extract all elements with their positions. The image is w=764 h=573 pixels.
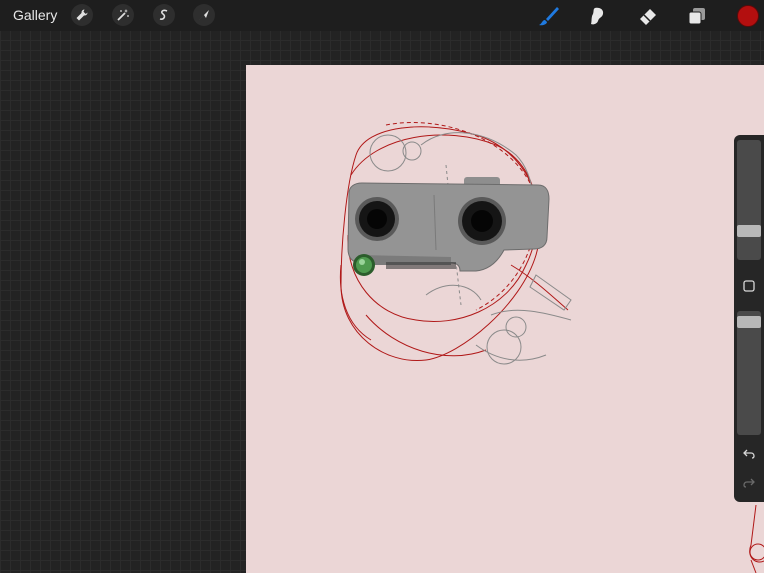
transform-arrow-icon [199, 10, 209, 20]
brush-icon [539, 7, 559, 26]
modify-square-icon [743, 280, 755, 292]
modify-button[interactable] [739, 276, 759, 296]
redo-button[interactable] [739, 473, 759, 493]
layers-icon [688, 8, 705, 25]
eraser-icon [640, 9, 656, 25]
adjustments-button[interactable] [112, 4, 134, 26]
opacity-handle[interactable] [737, 316, 761, 328]
top-toolbar: Gallery [0, 0, 764, 31]
color-picker-swatch[interactable] [737, 5, 759, 27]
gallery-button[interactable]: Gallery [13, 7, 57, 23]
undo-icon [743, 449, 755, 459]
brush-size-handle[interactable] [737, 225, 761, 237]
selection-icon [159, 9, 168, 20]
smudge-tool-button[interactable] [586, 4, 610, 28]
smudge-icon [591, 7, 604, 25]
robot-head-painting [347, 177, 550, 276]
magic-wand-icon [117, 9, 129, 21]
wrench-icon [76, 9, 88, 21]
layers-button[interactable] [685, 4, 709, 28]
transform-button[interactable] [193, 4, 215, 26]
drawing-canvas[interactable] [246, 65, 764, 573]
opacity-slider[interactable] [737, 311, 761, 435]
brush-sidebar [734, 135, 764, 502]
brush-size-slider[interactable] [737, 140, 761, 260]
selection-button[interactable] [153, 4, 175, 26]
brush-tool-button[interactable] [537, 4, 561, 28]
sketch-artwork [339, 122, 764, 573]
actions-button[interactable] [71, 4, 93, 26]
eraser-tool-button[interactable] [636, 4, 660, 28]
undo-button[interactable] [739, 444, 759, 464]
redo-icon [743, 478, 755, 488]
